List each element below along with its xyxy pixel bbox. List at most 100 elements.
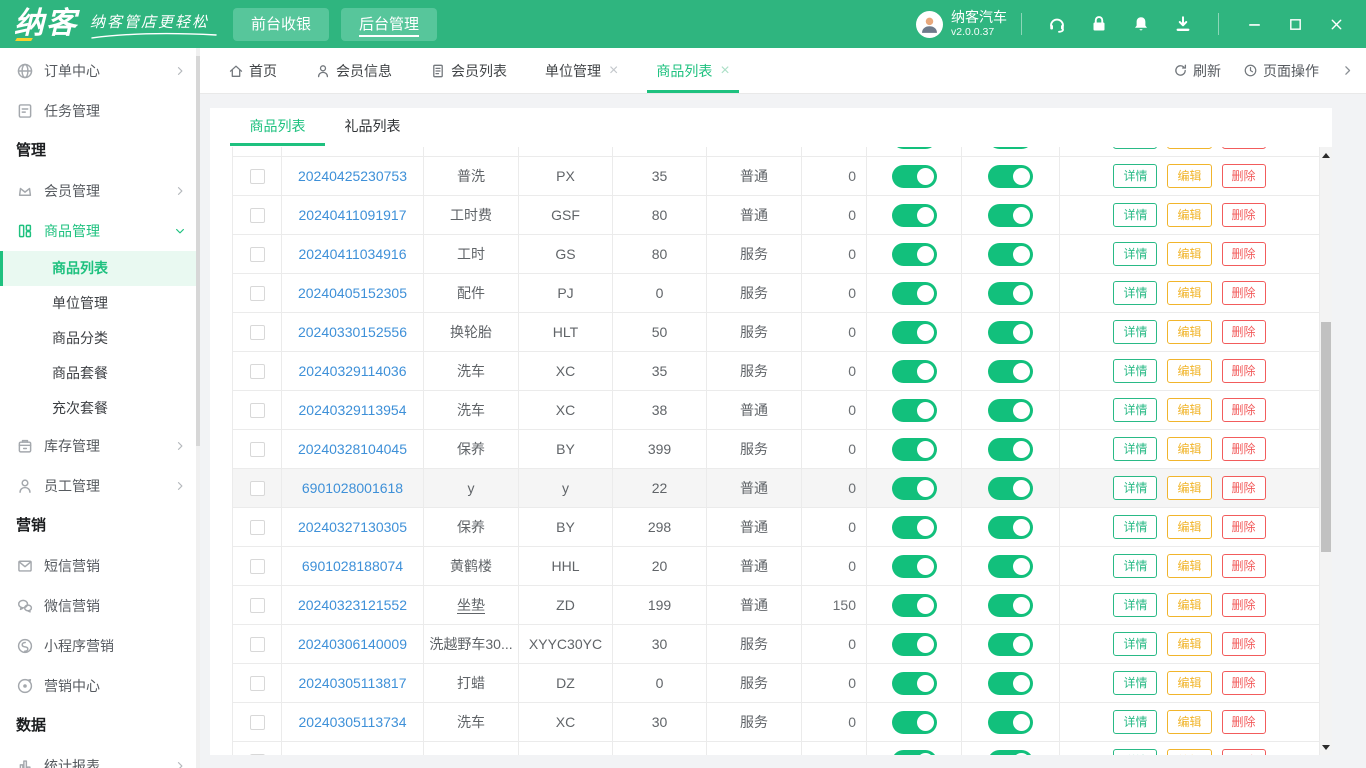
row-checkbox[interactable] (249, 207, 265, 223)
sidebar-scrollbar[interactable] (196, 48, 200, 768)
status-toggle-on[interactable] (891, 749, 937, 755)
sidebar-subitem-5[interactable]: 商品列表 (0, 251, 200, 286)
edit-button[interactable]: 编辑 (1167, 147, 1212, 149)
edit-button[interactable]: 编辑 (1167, 671, 1212, 695)
display-toggle-on[interactable] (988, 554, 1033, 578)
detail-button[interactable]: 详情 (1113, 593, 1158, 617)
status-toggle-on[interactable] (891, 203, 937, 227)
status-toggle-on[interactable] (891, 281, 937, 305)
detail-button[interactable]: 详情 (1113, 515, 1158, 539)
status-toggle-on[interactable] (891, 147, 937, 149)
content-tab-1[interactable]: 礼品列表 (325, 108, 420, 147)
product-id-link[interactable]: 20240328104045 (282, 430, 424, 468)
sidebar-item-1[interactable]: 任务管理 (0, 91, 200, 131)
detail-button[interactable]: 详情 (1113, 749, 1158, 755)
product-id-link[interactable]: 6901028001618 (282, 469, 424, 507)
user-avatar[interactable] (916, 10, 943, 38)
display-toggle-on[interactable] (988, 359, 1033, 383)
detail-button[interactable]: 详情 (1113, 632, 1158, 656)
detail-button[interactable]: 详情 (1113, 242, 1158, 266)
row-checkbox[interactable] (249, 753, 265, 755)
sidebar-scrollbar-thumb[interactable] (196, 56, 200, 446)
status-toggle-on[interactable] (891, 320, 937, 344)
display-toggle-on[interactable] (988, 515, 1033, 539)
maximize-button[interactable] (1288, 17, 1303, 32)
delete-button[interactable]: 删除 (1221, 476, 1266, 500)
close-tab-icon[interactable]: × (609, 62, 618, 79)
status-toggle-on[interactable] (891, 437, 937, 461)
row-checkbox[interactable] (249, 480, 265, 496)
edit-button[interactable]: 编辑 (1167, 515, 1212, 539)
display-toggle-on[interactable] (988, 749, 1033, 755)
product-id-link[interactable] (282, 147, 424, 156)
sidebar-subitem-7[interactable]: 商品分类 (0, 321, 200, 356)
minimize-button[interactable] (1247, 17, 1262, 32)
sidebar-item-14[interactable]: 微信营销 (0, 586, 200, 626)
detail-button[interactable]: 详情 (1113, 203, 1158, 227)
page-tab-1[interactable]: 会员信息 (315, 48, 392, 93)
support-headset-icon[interactable] (1047, 14, 1067, 34)
table-scrollbar-thumb[interactable] (1321, 322, 1331, 552)
sidebar-item-16[interactable]: 营销中心 (0, 666, 200, 706)
delete-button[interactable]: 删除 (1221, 593, 1266, 617)
edit-button[interactable]: 编辑 (1167, 476, 1212, 500)
table-scrollbar[interactable] (1320, 147, 1332, 755)
display-toggle-on[interactable] (988, 632, 1033, 656)
product-id-link[interactable]: 20240425230753 (282, 157, 424, 195)
delete-button[interactable]: 删除 (1221, 359, 1266, 383)
product-id-link[interactable]: 20240329114036 (282, 352, 424, 390)
edit-button[interactable]: 编辑 (1167, 749, 1212, 755)
sidebar-item-11[interactable]: 员工管理 (0, 466, 200, 506)
edit-button[interactable]: 编辑 (1167, 710, 1212, 734)
edit-button[interactable]: 编辑 (1167, 593, 1212, 617)
edit-button[interactable]: 编辑 (1167, 398, 1212, 422)
detail-button[interactable]: 详情 (1113, 476, 1158, 500)
status-toggle-on[interactable] (891, 359, 937, 383)
display-toggle-on[interactable] (988, 476, 1033, 500)
sidebar-item-18[interactable]: 统计报表 (0, 746, 200, 768)
nav-tab-back-admin[interactable]: 后台管理 (341, 7, 438, 41)
page-operations-button[interactable]: 页面操作 (1243, 61, 1319, 81)
delete-button[interactable]: 删除 (1221, 671, 1266, 695)
status-toggle-on[interactable] (891, 164, 937, 188)
close-window-button[interactable] (1329, 17, 1344, 32)
page-tab-3[interactable]: 单位管理 × (545, 48, 618, 93)
edit-button[interactable]: 编辑 (1167, 632, 1212, 656)
display-toggle-on[interactable] (988, 593, 1033, 617)
detail-button[interactable]: 详情 (1113, 147, 1158, 149)
nav-tab-front-cashier[interactable]: 前台收银 (233, 7, 330, 41)
sidebar-item-4[interactable]: 商品管理 (0, 211, 200, 251)
edit-button[interactable]: 编辑 (1167, 320, 1212, 344)
product-id-link[interactable]: 20240411034916 (282, 235, 424, 273)
sidebar-item-13[interactable]: 短信营销 (0, 546, 200, 586)
row-checkbox[interactable] (249, 558, 265, 574)
detail-button[interactable]: 详情 (1113, 164, 1158, 188)
scroll-up-arrow[interactable] (1320, 148, 1332, 162)
edit-button[interactable]: 编辑 (1167, 554, 1212, 578)
edit-button[interactable]: 编辑 (1167, 203, 1212, 227)
detail-button[interactable]: 详情 (1113, 398, 1158, 422)
delete-button[interactable]: 删除 (1221, 515, 1266, 539)
status-toggle-on[interactable] (891, 632, 937, 656)
row-checkbox[interactable] (249, 714, 265, 730)
delete-button[interactable]: 删除 (1221, 749, 1266, 755)
product-id-link[interactable]: 20240323121552 (282, 586, 424, 624)
row-checkbox[interactable] (249, 363, 265, 379)
display-toggle-on[interactable] (988, 710, 1033, 734)
product-id-link[interactable] (282, 742, 424, 755)
edit-button[interactable]: 编辑 (1167, 281, 1212, 305)
detail-button[interactable]: 详情 (1113, 359, 1158, 383)
delete-button[interactable]: 删除 (1221, 242, 1266, 266)
display-toggle-on[interactable] (988, 242, 1033, 266)
edit-button[interactable]: 编辑 (1167, 164, 1212, 188)
product-id-link[interactable]: 20240327130305 (282, 508, 424, 546)
lock-icon[interactable] (1089, 14, 1109, 34)
refresh-button[interactable]: 刷新 (1173, 61, 1221, 81)
page-tab-2[interactable]: 会员列表 (430, 48, 507, 93)
status-toggle-on[interactable] (891, 710, 937, 734)
product-id-link[interactable]: 20240329113954 (282, 391, 424, 429)
display-toggle-on[interactable] (988, 398, 1033, 422)
delete-button[interactable]: 删除 (1221, 710, 1266, 734)
detail-button[interactable]: 详情 (1113, 437, 1158, 461)
delete-button[interactable]: 删除 (1221, 281, 1266, 305)
